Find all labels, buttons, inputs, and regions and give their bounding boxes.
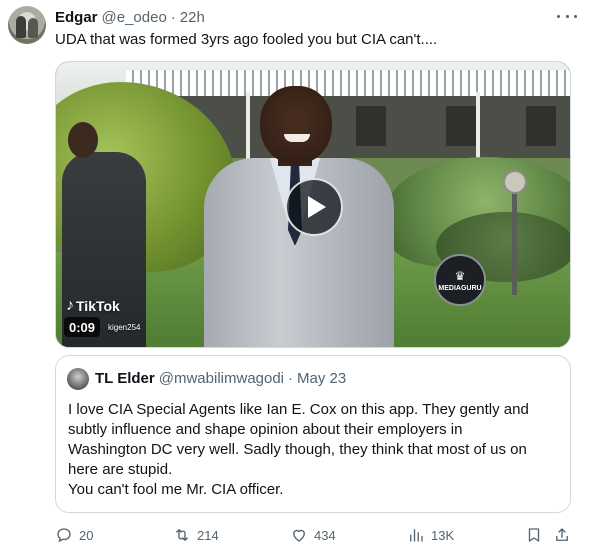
author-handle[interactable]: @e_odeo bbox=[102, 9, 167, 26]
views-count: 13K bbox=[431, 527, 455, 543]
play-icon bbox=[307, 196, 326, 218]
views-chart-icon bbox=[410, 529, 423, 542]
lamp bbox=[503, 170, 527, 194]
reply-button[interactable]: 20 bbox=[55, 524, 93, 546]
bookmark-icon bbox=[528, 528, 540, 542]
tweet-text: UDA that was formed 3yrs ago fooled you … bbox=[55, 31, 438, 48]
building-pillar bbox=[476, 92, 480, 167]
lamp-post bbox=[512, 180, 517, 295]
reply-icon bbox=[57, 528, 71, 543]
quoted-text-line: I love CIA Special Agents like Ian E. Co… bbox=[68, 401, 529, 418]
tiktok-icon: ♪ bbox=[66, 297, 74, 314]
building-window bbox=[526, 106, 556, 146]
quoted-header-separator: · bbox=[288, 370, 294, 387]
tiktok-label: TikTok bbox=[76, 298, 120, 314]
building-window bbox=[446, 106, 476, 146]
quoted-author-avatar[interactable] bbox=[67, 368, 89, 390]
play-button[interactable] bbox=[285, 178, 343, 236]
watermark-glyph-icon: ♛ bbox=[454, 268, 466, 283]
avatar-figure bbox=[28, 18, 38, 38]
tweet[interactable]: Edgar @e_odeo · 22h UDA that was formed … bbox=[0, 0, 591, 551]
reply-count: 20 bbox=[79, 527, 94, 543]
author-avatar[interactable] bbox=[8, 6, 46, 44]
video-duration: 0:09 bbox=[64, 317, 101, 337]
video-player[interactable]: ♛ MEDIAGURU ♪ TikTok 0:09 kigen254 bbox=[55, 61, 571, 348]
quoted-text-line: You can't fool me Mr. CIA officer. bbox=[68, 481, 284, 498]
avatar-figure bbox=[16, 16, 26, 38]
quoted-text-line: subtly influence and shape opinion about… bbox=[68, 421, 463, 438]
share-button[interactable] bbox=[553, 524, 577, 546]
retweet-icon bbox=[176, 529, 188, 541]
like-button[interactable]: 434 bbox=[290, 524, 336, 546]
author-name[interactable]: Edgar bbox=[55, 9, 98, 26]
bookmark-button[interactable] bbox=[525, 524, 549, 546]
quoted-tweet-text: I love CIA Special Agents like Ian E. Co… bbox=[68, 400, 558, 500]
share-icon bbox=[556, 528, 568, 541]
retweet-count: 214 bbox=[197, 527, 219, 543]
watermark-logo: ♛ MEDIAGURU bbox=[434, 254, 486, 306]
tweet-header: Edgar @e_odeo · 22h bbox=[55, 7, 205, 27]
tiktok-uploader: kigen254 bbox=[108, 323, 141, 332]
quoted-tweet-date: May 23 bbox=[297, 370, 347, 387]
watermark-label: MEDIAGURU bbox=[438, 284, 482, 292]
tiktok-badge: ♪ TikTok bbox=[66, 297, 120, 315]
quoted-author-handle: @mwabilimwagodi bbox=[158, 370, 285, 387]
retweet-button[interactable]: 214 bbox=[173, 524, 219, 546]
header-separator: · bbox=[170, 8, 176, 26]
action-bar: 20 214 434 13K bbox=[55, 524, 575, 546]
views-button[interactable]: 13K bbox=[407, 524, 454, 546]
quoted-tweet[interactable]: TL Elder @mwabilimwagodi · May 23 I love… bbox=[55, 355, 571, 513]
like-count: 434 bbox=[314, 527, 336, 543]
quoted-text-line: Washington DC very well. Sadly though, t… bbox=[68, 441, 527, 458]
quoted-author-name: TL Elder bbox=[95, 370, 155, 387]
more-options-icon[interactable] bbox=[557, 9, 577, 23]
quoted-tweet-header: TL Elder @mwabilimwagodi · May 23 bbox=[95, 370, 346, 387]
tweet-time[interactable]: 22h bbox=[180, 9, 205, 26]
quoted-text-line: here are stupid. bbox=[68, 461, 173, 478]
heart-icon bbox=[293, 529, 305, 542]
